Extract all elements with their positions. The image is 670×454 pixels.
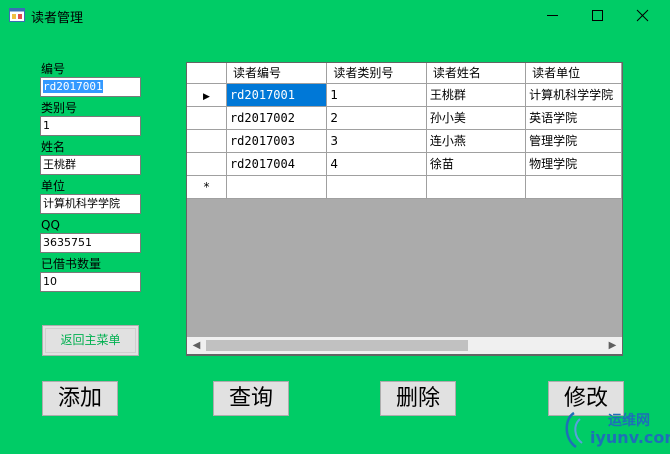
name-value: 王桃群 (43, 158, 76, 171)
table-cell[interactable]: rd2017001 (226, 83, 328, 107)
column-header-reader-name[interactable]: 读者姓名 (426, 63, 527, 84)
table-cell[interactable]: 管理学院 (525, 129, 622, 153)
category-id-value: 1 (43, 119, 50, 132)
reader-id-value: rd2017001 (43, 80, 103, 93)
table-cell[interactable]: 连小燕 (426, 129, 527, 153)
qq-field[interactable]: 3635751 (40, 233, 141, 253)
row-header[interactable] (187, 106, 227, 130)
horizontal-scrollbar[interactable]: ◀ ▶ (186, 337, 623, 355)
grid-header-row: 读者编号 读者类别号 读者姓名 读者单位 (187, 63, 622, 84)
maximize-icon[interactable] (575, 0, 620, 31)
watermark-brand: 运维网 (608, 413, 650, 429)
delete-button[interactable]: 删除 (380, 381, 456, 416)
borrowed-count-value: 10 (43, 275, 57, 288)
category-id-label: 类别号 (41, 101, 78, 115)
table-cell[interactable]: 计算机科学学院 (525, 83, 622, 107)
borrowed-count-field[interactable]: 10 (40, 272, 141, 292)
table-cell[interactable]: 徐苗 (426, 152, 527, 176)
category-id-field[interactable]: 1 (40, 116, 141, 136)
column-header-reader-id[interactable]: 读者编号 (226, 63, 328, 84)
query-button[interactable]: 查询 (213, 381, 289, 416)
row-header[interactable] (187, 152, 227, 176)
table-cell[interactable] (326, 175, 427, 199)
new-row-indicator-icon[interactable]: * (187, 175, 227, 199)
add-button[interactable]: 添加 (42, 381, 118, 416)
grid-corner-header[interactable] (187, 63, 227, 84)
form-app-icon (9, 8, 25, 22)
qq-label: QQ (41, 218, 60, 232)
table-cell[interactable] (226, 175, 328, 199)
table-cell[interactable]: 孙小美 (426, 106, 527, 130)
qq-value: 3635751 (43, 236, 92, 249)
name-label: 姓名 (41, 140, 66, 154)
return-main-menu-button[interactable]: 返回主菜单 (42, 325, 139, 356)
table-cell[interactable]: rd2017003 (226, 129, 328, 153)
table-row[interactable]: ▶ rd2017001 1 王桃群 计算机科学学院 (187, 83, 622, 107)
reader-id-field[interactable]: rd2017001 (40, 77, 141, 97)
minimize-icon[interactable] (530, 0, 575, 31)
new-row[interactable]: * (187, 175, 622, 199)
table-row[interactable]: rd2017004 4 徐苗 物理学院 (187, 152, 622, 176)
table-cell[interactable]: 英语学院 (525, 106, 622, 130)
reader-id-label: 编号 (41, 62, 66, 76)
unit-label: 单位 (41, 179, 66, 193)
table-cell[interactable]: 4 (326, 152, 427, 176)
unit-field[interactable]: 计算机科学学院 (40, 194, 141, 214)
table-cell[interactable]: 物理学院 (525, 152, 622, 176)
client-area: 编号 rd2017001 类别号 1 姓名 王桃群 单位 计算机科学学院 QQ … (0, 31, 670, 454)
table-cell[interactable]: rd2017002 (226, 106, 328, 130)
scroll-right-icon[interactable]: ▶ (604, 337, 621, 354)
unit-value: 计算机科学学院 (43, 197, 120, 210)
table-cell[interactable]: 1 (326, 83, 427, 107)
readers-grid[interactable]: 读者编号 读者类别号 读者姓名 读者单位 ▶ rd2017001 1 王桃群 计… (186, 62, 623, 356)
window-title: 读者管理 (31, 11, 84, 26)
current-row-indicator-icon[interactable]: ▶ (187, 83, 227, 107)
name-field[interactable]: 王桃群 (40, 155, 141, 175)
table-cell[interactable] (525, 175, 622, 199)
readers-table: 读者编号 读者类别号 读者姓名 读者单位 ▶ rd2017001 1 王桃群 计… (187, 63, 622, 199)
table-cell[interactable]: 3 (326, 129, 427, 153)
watermark-site: iyunv.com (590, 428, 670, 447)
table-cell[interactable]: rd2017004 (226, 152, 328, 176)
table-cell[interactable]: 王桃群 (426, 83, 527, 107)
table-row[interactable]: rd2017003 3 连小燕 管理学院 (187, 129, 622, 153)
borrowed-count-label: 已借书数量 (41, 257, 102, 271)
close-icon[interactable] (620, 0, 665, 31)
scroll-left-icon[interactable]: ◀ (188, 337, 205, 354)
title-bar[interactable]: 读者管理 (0, 0, 670, 31)
reader-management-window: 读者管理 编号 rd2017001 类别号 1 姓名 王桃群 单位 计算机科学学… (0, 0, 670, 454)
table-cell[interactable]: 2 (326, 106, 427, 130)
row-header[interactable] (187, 129, 227, 153)
column-header-category-id[interactable]: 读者类别号 (326, 63, 427, 84)
scrollbar-thumb[interactable] (206, 340, 468, 351)
table-cell[interactable] (426, 175, 527, 199)
table-row[interactable]: rd2017002 2 孙小美 英语学院 (187, 106, 622, 130)
column-header-reader-unit[interactable]: 读者单位 (525, 63, 622, 84)
